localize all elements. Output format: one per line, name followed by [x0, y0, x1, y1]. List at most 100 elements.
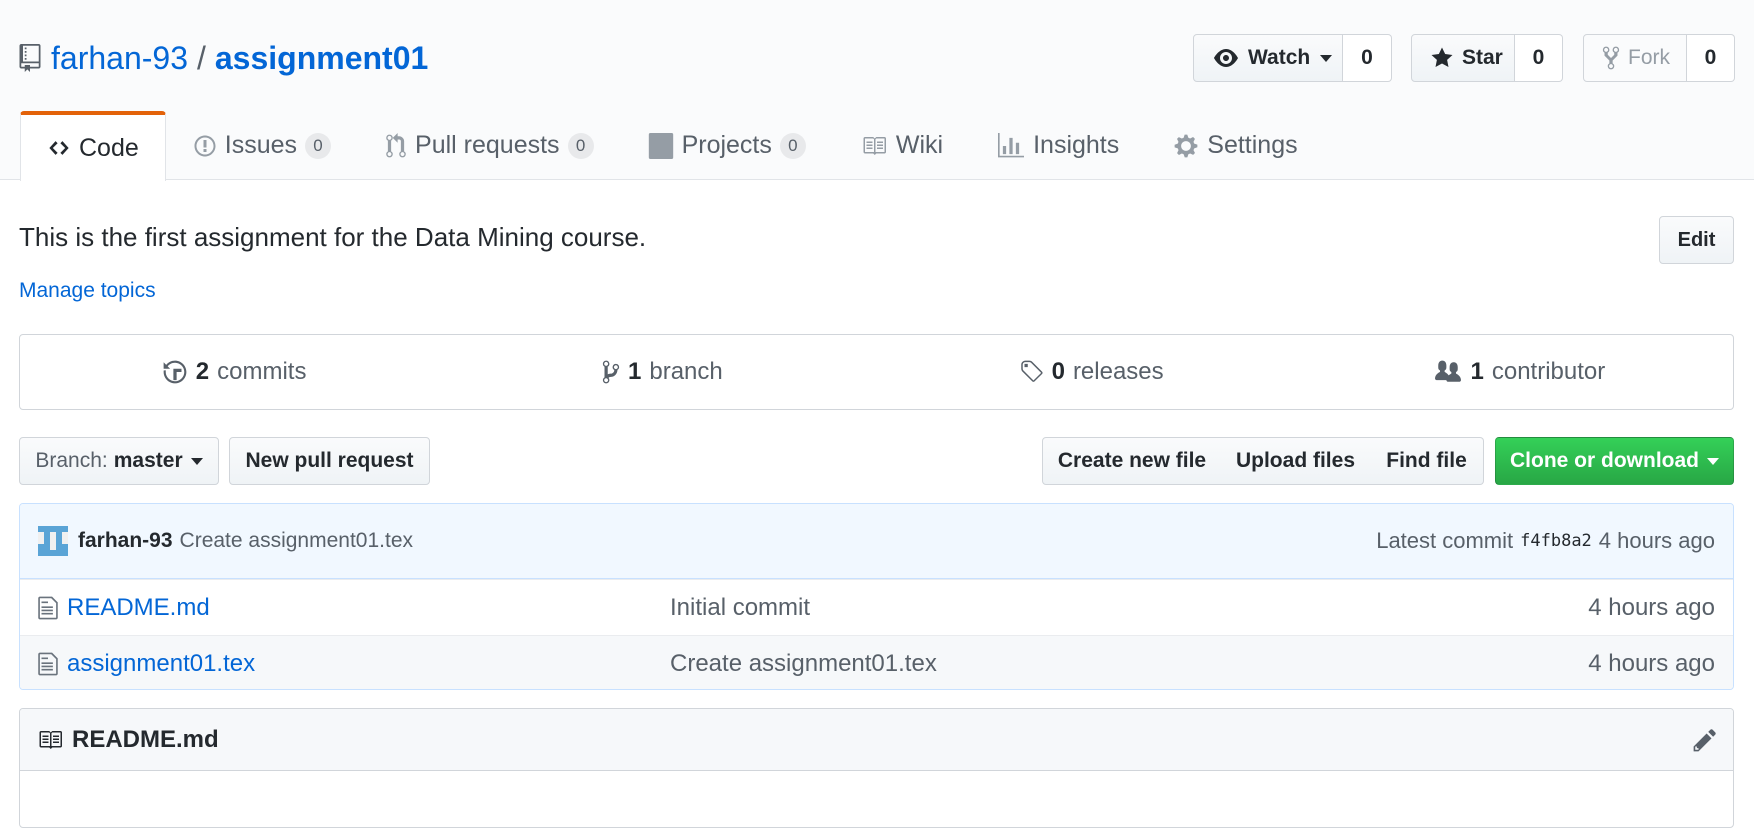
readme-header: README.md: [20, 709, 1733, 771]
commit-age: 4 hours ago: [1598, 528, 1715, 553]
file-listing: farhan-93 Create assignment01.tex Latest…: [19, 503, 1734, 690]
fork-icon: [1602, 45, 1620, 71]
find-file-button[interactable]: Find file: [1370, 437, 1484, 485]
repo-description: This is the first assignment for the Dat…: [19, 222, 647, 252]
graph-icon: [997, 132, 1025, 159]
tab-wiki[interactable]: Wiki: [833, 111, 970, 180]
contributor-count: 1: [1470, 358, 1484, 385]
readme-box: README.md: [19, 708, 1734, 828]
upload-files-button[interactable]: Upload files: [1221, 437, 1371, 485]
contributor-label: contributor: [1491, 358, 1606, 385]
tab-insights[interactable]: Insights: [970, 111, 1146, 180]
latest-commit-bar: farhan-93 Create assignment01.tex Latest…: [20, 504, 1733, 579]
releases-label: releases: [1072, 358, 1164, 385]
file-name-cell: README.md: [38, 594, 670, 622]
file-name-cell: assignment01.tex: [38, 650, 670, 678]
file-age: 4 hours ago: [1588, 593, 1715, 621]
chevron-down-icon: [1707, 457, 1719, 465]
branches-link[interactable]: 1 branch: [448, 335, 876, 409]
tab-label: Code: [79, 133, 139, 162]
tab-label: Insights: [1033, 131, 1120, 159]
tab-settings[interactable]: Settings: [1146, 111, 1324, 180]
code-icon: [47, 137, 71, 159]
latest-commit-info: Latest commit f4fb8a2 4 hours ago: [1376, 528, 1715, 554]
file-commit-message[interactable]: Initial commit: [670, 594, 1588, 622]
branch-name: master: [113, 449, 183, 472]
chevron-down-icon: [190, 457, 203, 465]
commit-author-link[interactable]: farhan-93: [78, 529, 173, 553]
tab-issues[interactable]: Issues 0: [166, 111, 358, 180]
avatar[interactable]: [38, 526, 68, 556]
fork-label: Fork: [1628, 46, 1670, 69]
people-icon: [1433, 359, 1463, 385]
fork-button[interactable]: Fork: [1583, 34, 1687, 82]
tab-label: Issues: [224, 131, 298, 159]
commits-count: 2: [195, 358, 210, 385]
repo-nav: Code Issues 0 Pull requests 0 Projects 0: [20, 111, 1325, 181]
file-link[interactable]: README.md: [67, 594, 210, 622]
repo-owner-link[interactable]: farhan-93: [51, 40, 188, 77]
watch-button[interactable]: Watch: [1193, 34, 1343, 82]
manage-topics-link[interactable]: Manage topics: [19, 279, 156, 303]
branch-select-button[interactable]: Branch: master: [19, 437, 219, 485]
commits-link[interactable]: 2 commits: [20, 335, 448, 409]
releases-count: 0: [1051, 358, 1065, 385]
readme-title: README.md: [72, 725, 219, 753]
branch-icon: [602, 359, 620, 385]
branch-prefix: Branch:: [35, 449, 108, 472]
projects-counter: 0: [779, 132, 806, 159]
repo-icon: [19, 44, 41, 72]
star-button[interactable]: Star: [1411, 34, 1515, 82]
tab-label: Pull requests: [415, 131, 560, 159]
file-icon: [38, 651, 58, 677]
issue-icon: [193, 134, 217, 158]
star-label: Star: [1462, 46, 1503, 69]
eye-icon: [1212, 46, 1240, 70]
file-link[interactable]: assignment01.tex: [67, 650, 255, 678]
chevron-down-icon: [1320, 54, 1333, 62]
path-separator: /: [196, 39, 206, 76]
new-pull-request-button[interactable]: New pull request: [229, 437, 430, 485]
numbers-summary: 2 commits 1 branch 0 releases 1 contribu…: [19, 334, 1734, 410]
tab-label: Projects: [681, 131, 772, 159]
pull-requests-counter: 0: [567, 132, 594, 159]
repo-name-link[interactable]: assignment01: [215, 40, 428, 77]
contributors-link[interactable]: 1 contributor: [1305, 335, 1733, 409]
commits-label: commits: [217, 358, 307, 385]
history-icon: [162, 359, 188, 385]
releases-link[interactable]: 0 releases: [877, 335, 1305, 409]
pencil-icon[interactable]: [1693, 727, 1717, 753]
book-icon: [860, 134, 888, 158]
latest-commit-label: Latest commit: [1376, 528, 1514, 553]
file-age: 4 hours ago: [1588, 649, 1715, 677]
gear-icon: [1173, 133, 1199, 159]
watch-count[interactable]: 0: [1343, 34, 1392, 82]
pull-request-icon: [385, 132, 407, 159]
file-icon: [38, 595, 58, 621]
star-group: Star 0: [1411, 34, 1563, 82]
watch-group: Watch 0: [1193, 34, 1392, 82]
watch-label: Watch: [1248, 46, 1311, 69]
tab-pull-requests[interactable]: Pull requests 0: [358, 111, 621, 180]
edit-button[interactable]: Edit: [1659, 216, 1734, 264]
clone-label: Clone or download: [1510, 449, 1699, 472]
commit-message-link[interactable]: Create assignment01.tex: [180, 529, 413, 553]
create-new-file-button[interactable]: Create new file: [1042, 437, 1222, 485]
repo-title: farhan-93 / assignment01: [19, 38, 428, 78]
tab-code[interactable]: Code: [20, 111, 166, 181]
star-count[interactable]: 0: [1515, 34, 1563, 82]
tab-projects[interactable]: Projects 0: [621, 111, 833, 180]
commit-sha-link[interactable]: f4fb8a2: [1520, 531, 1592, 551]
book-icon: [36, 728, 64, 752]
fork-group: Fork 0: [1583, 34, 1735, 82]
tag-icon: [1018, 359, 1044, 385]
branch-label: branch: [649, 358, 723, 385]
star-icon: [1430, 46, 1454, 70]
fork-count[interactable]: 0: [1687, 34, 1735, 82]
project-icon: [648, 132, 674, 159]
repo-header: farhan-93 / assignment01 Watch 0 Star 0: [0, 0, 1754, 181]
issues-counter: 0: [305, 132, 332, 159]
tab-label: Wiki: [895, 131, 944, 159]
clone-or-download-button[interactable]: Clone or download: [1495, 437, 1734, 485]
file-commit-message[interactable]: Create assignment01.tex: [670, 650, 1588, 678]
